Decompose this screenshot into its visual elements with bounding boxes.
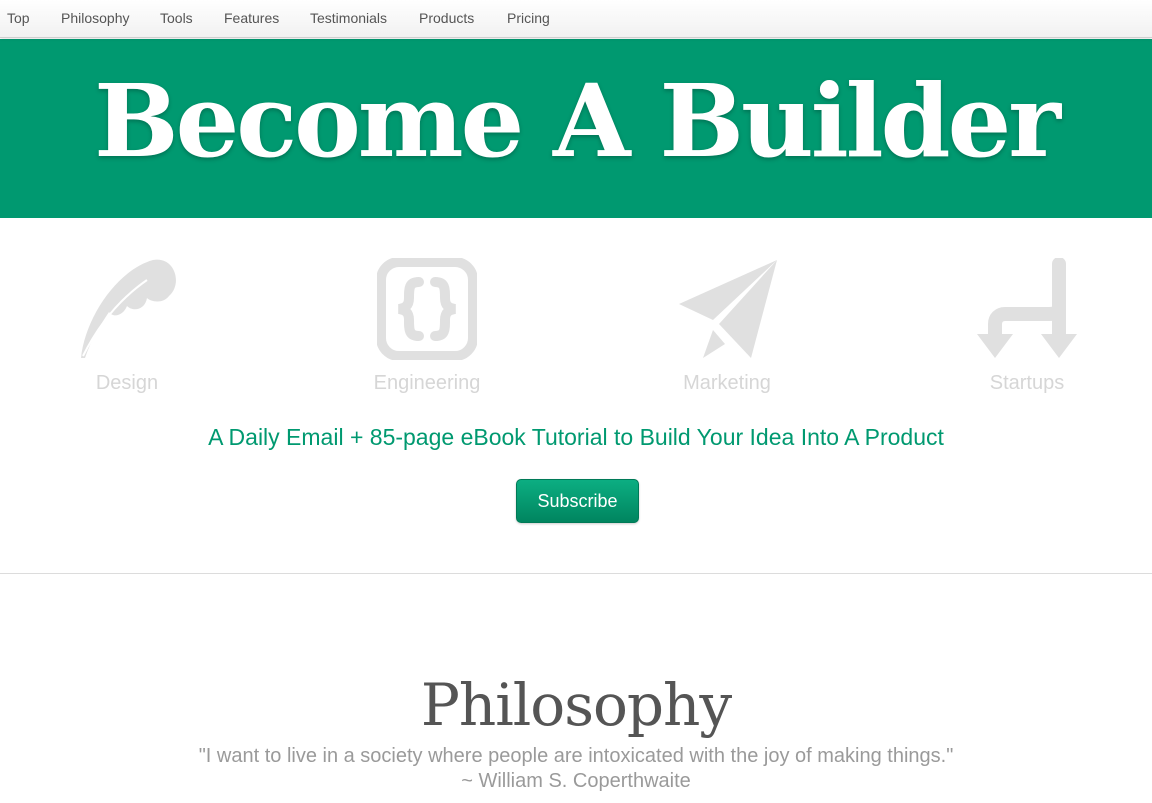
nav-products[interactable]: Products: [419, 10, 474, 26]
split-arrows-icon: [977, 258, 1077, 358]
philosophy-quote: "I want to live in a society where peopl…: [198, 745, 954, 767]
section-divider: [0, 573, 1152, 574]
nav-philosophy[interactable]: Philosophy: [61, 10, 130, 26]
tagline: A Daily Email + 85-page eBook Tutorial t…: [208, 424, 944, 450]
subscribe-button[interactable]: Subscribe: [516, 479, 639, 523]
feature-startups: Startups: [927, 258, 1127, 403]
feature-label-design: Design: [95, 372, 159, 394]
feature-engineering: Engineering: [327, 258, 527, 403]
philosophy-title: Philosophy: [420, 671, 732, 739]
nav-testimonials[interactable]: Testimonials: [310, 10, 387, 26]
hero-banner: Become A Builder: [0, 39, 1152, 218]
feather-icon: [81, 259, 176, 358]
feature-label-marketing: Marketing: [683, 372, 771, 394]
nav-top[interactable]: Top: [7, 10, 30, 26]
hero-title: Become A Builder: [94, 62, 1061, 180]
nav-pricing[interactable]: Pricing: [507, 10, 550, 26]
feature-label-engineering: Engineering: [373, 372, 481, 394]
nav-tools[interactable]: Tools: [160, 10, 193, 26]
feature-marketing: Marketing: [627, 258, 827, 403]
top-nav: Top Philosophy Tools Features Testimonia…: [0, 0, 1152, 38]
code-braces-icon: [377, 258, 477, 360]
nav-features[interactable]: Features: [224, 10, 279, 26]
feature-design: Design: [27, 258, 227, 403]
feature-label-startups: Startups: [989, 372, 1065, 394]
paper-plane-icon: [679, 260, 777, 358]
quote-author: ~ William S. Coperthwaite: [461, 770, 691, 792]
